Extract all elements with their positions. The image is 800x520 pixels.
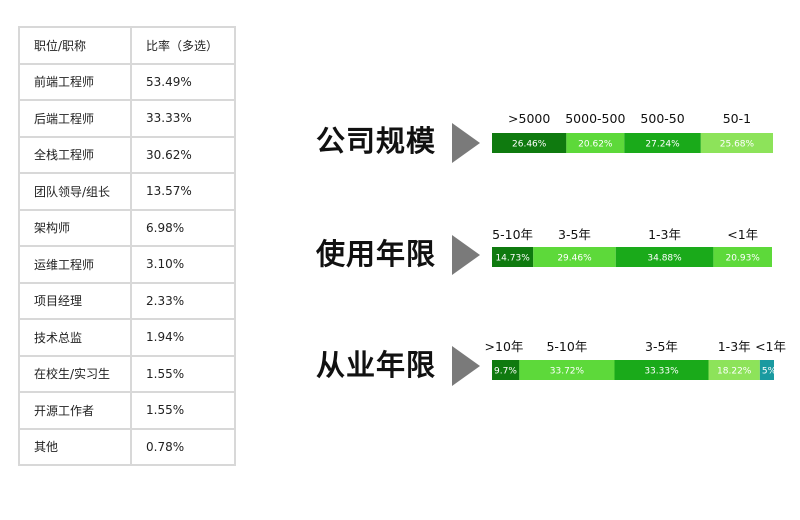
bar-category-label: 500-50 bbox=[640, 111, 684, 126]
bar-category-label: <1年 bbox=[727, 227, 758, 242]
bar-value-label: 20.62% bbox=[578, 140, 613, 150]
bar-category-label: >5000 bbox=[508, 111, 550, 126]
bar-category-label: 5-10年 bbox=[546, 339, 587, 354]
bar-category-label: 3-5年 bbox=[645, 339, 678, 354]
bar-value-label: 14.73% bbox=[495, 254, 530, 264]
bar-category-label: >10年 bbox=[485, 339, 524, 354]
bar-category-label: 1-3年 bbox=[718, 339, 751, 354]
bar-value-label: 29.46% bbox=[557, 254, 592, 264]
bar-value-label: 34.88% bbox=[647, 254, 682, 264]
bar-category-label: 5000-500 bbox=[565, 111, 625, 126]
bar-value-label: 33.72% bbox=[550, 367, 585, 377]
bar-value-label: 27.24% bbox=[645, 140, 680, 150]
bar-category-label: 3-5年 bbox=[558, 227, 591, 242]
bar-value-label: 25.68% bbox=[720, 140, 755, 150]
bar-value-label: 9.7% bbox=[494, 367, 517, 377]
bar-value-label: 18.22% bbox=[717, 367, 752, 377]
bar-category-label: 50-1 bbox=[723, 111, 751, 126]
stacked-bar-charts: 26.46% >5000 20.62% 5000-500 27.24% 500-50 25.… bbox=[485, 111, 786, 380]
bar-value-label: 33.33% bbox=[644, 367, 679, 377]
bar-category-label: 5-10年 bbox=[492, 227, 533, 242]
bar-value-label: 20.93% bbox=[726, 254, 761, 264]
bar-category-label: 1-3年 bbox=[648, 227, 681, 242]
bar-category-label: <1年 bbox=[755, 339, 786, 354]
bar-value-label: 26.46% bbox=[512, 140, 547, 150]
bar-value-label: 5% bbox=[762, 367, 777, 377]
